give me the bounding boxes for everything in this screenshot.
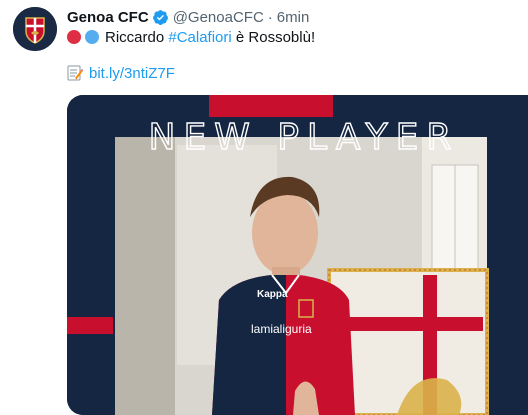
hashtag-link[interactable]: #Calafiori: [168, 29, 231, 46]
tweet-text: Riccardo #Calafiori è Rossoblù!: [67, 27, 315, 47]
tweet-link-line: bit.ly/3ntiZ7F: [67, 63, 175, 83]
headline-text: NEW PLAYER: [149, 117, 460, 158]
shortened-link[interactable]: bit.ly/3ntiZ7F: [89, 65, 175, 82]
red-circle-icon: [67, 30, 81, 44]
tweet-text-before: Riccardo: [105, 28, 169, 46]
tweet-media-image[interactable]: Kappa lamialiguria NEW PLAYER: [67, 95, 528, 415]
author-handle[interactable]: @GenoaCFC: [173, 9, 264, 26]
author-avatar[interactable]: [13, 7, 57, 51]
memo-icon: [67, 65, 83, 81]
tweet-text-after: è Rossoblù!: [231, 28, 316, 46]
left-red-bar: [67, 317, 113, 334]
separator-dot: ·: [267, 8, 273, 26]
blue-circle-icon: [85, 30, 99, 44]
shirt-sponsor: lamialiguria: [251, 322, 312, 336]
genoa-crest-icon: [13, 7, 57, 51]
verified-badge-icon: [152, 9, 169, 26]
tweet-header: Genoa CFC @GenoaCFC · 6min: [67, 7, 309, 27]
tweet-timestamp[interactable]: 6min: [277, 9, 310, 26]
top-red-bar: [209, 95, 333, 117]
author-name[interactable]: Genoa CFC: [67, 9, 149, 26]
kit-brand: Kappa: [257, 289, 288, 300]
